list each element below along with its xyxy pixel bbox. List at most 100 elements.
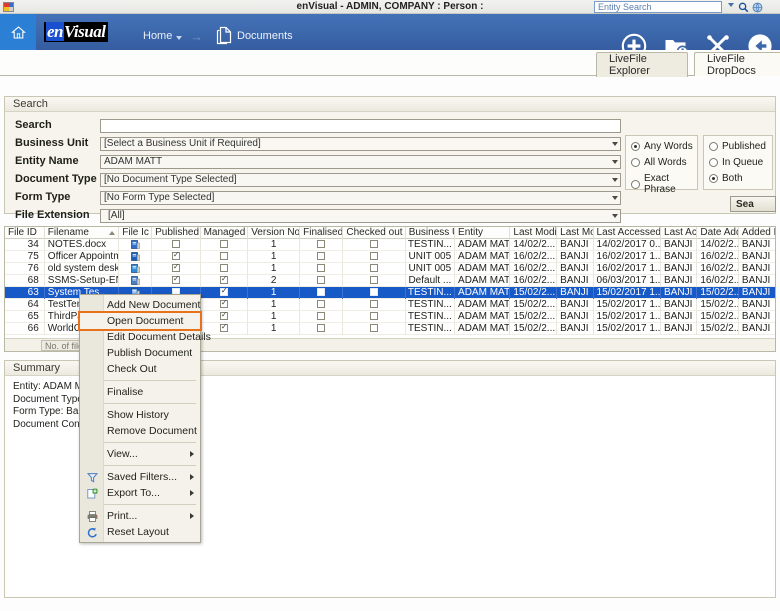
chevron-down-icon[interactable] <box>612 196 618 200</box>
checkbox-finalised[interactable] <box>317 264 326 273</box>
checkbox-finalised[interactable] <box>317 312 326 321</box>
chevron-down-icon[interactable] <box>612 214 618 218</box>
radio-any-words[interactable]: Any Words <box>631 141 693 152</box>
tab-strip: LiveFile Explorer LiveFile DropDocs <box>0 50 780 77</box>
chevron-down-icon[interactable] <box>176 36 182 40</box>
context-menu-item-edit-document-details[interactable]: Edit Document Details <box>80 329 211 345</box>
context-menu-separator <box>104 442 196 443</box>
chevron-down-icon[interactable] <box>612 178 618 182</box>
radio-all-words[interactable]: All Words <box>631 157 687 168</box>
checkbox-managed[interactable] <box>219 323 228 333</box>
entity-search-input[interactable]: Entity Search <box>594 1 722 13</box>
radio-published[interactable]: Published <box>709 141 766 152</box>
checkbox-managed[interactable] <box>219 240 228 249</box>
checkbox-managed[interactable] <box>219 287 228 297</box>
context-menu-item-add-new-document[interactable]: Add New Document <box>80 297 200 313</box>
checkbox-finalised[interactable] <box>317 300 326 309</box>
form-type-select[interactable]: [No Form Type Selected] <box>100 191 621 205</box>
grid-column-header-entity[interactable]: Entity <box>455 227 511 239</box>
search-input[interactable] <box>100 119 621 133</box>
checkbox-managed[interactable] <box>219 275 228 285</box>
context-menu-item-view[interactable]: View... <box>80 446 200 462</box>
grid-column-header-last-access-by[interactable]: Last Access <box>661 227 698 239</box>
grid-column-header-file-id[interactable]: File ID <box>5 227 45 239</box>
checkbox-checked-out[interactable] <box>370 312 379 321</box>
nav-documents-link[interactable]: Documents <box>237 30 293 42</box>
checkbox-finalised[interactable] <box>317 324 326 333</box>
table-row[interactable]: 68SSMS-Setup-ENU.exe 2 Default ...ADAM MAT… <box>5 275 775 287</box>
context-menu-item-show-history[interactable]: Show History <box>80 407 200 423</box>
checkbox-managed[interactable] <box>219 252 228 261</box>
checkbox-checked-out[interactable] <box>370 240 379 249</box>
table-row[interactable]: 34 NOTES.docx 1 TESTIN... ADAM MATT 14/02/2..… <box>5 239 775 251</box>
file-extension-select[interactable]: [All] <box>100 209 621 223</box>
grid-column-header-date-added[interactable]: Date Adde <box>697 227 739 239</box>
checkbox-checked-out[interactable] <box>370 324 379 333</box>
grid-cell-file-icon <box>119 263 153 275</box>
checkbox-managed[interactable] <box>219 311 228 321</box>
context-menu-item-remove-document[interactable]: Remove Document <box>80 423 200 439</box>
entity-search-dropdown-icon[interactable] <box>728 3 734 7</box>
document-type-select[interactable]: [No Document Type Selected] <box>100 173 621 187</box>
checkbox-published[interactable] <box>171 275 180 285</box>
grid-column-header-checked-out[interactable]: Checked out <box>343 227 406 239</box>
grid-column-header-added-by[interactable]: Added By <box>739 227 775 239</box>
checkbox-published[interactable] <box>171 240 180 249</box>
checkbox-finalised[interactable] <box>317 240 326 249</box>
context-menu-item-open-document[interactable]: Open Document <box>78 311 202 331</box>
checkbox-checked-out[interactable] <box>370 276 379 285</box>
checkbox-published[interactable] <box>171 263 180 273</box>
search-button[interactable]: Sea <box>730 196 776 212</box>
tab-livefile-explorer[interactable]: LiveFile Explorer <box>596 52 688 77</box>
radio-in-queue[interactable]: In Queue <box>709 157 763 168</box>
context-menu-item-export-to[interactable]: Export To... <box>80 485 200 501</box>
checkbox-finalised[interactable] <box>317 276 326 285</box>
chevron-down-icon[interactable] <box>612 142 618 146</box>
context-menu-item-print[interactable]: Print... <box>80 508 200 524</box>
grid-cell-published <box>152 251 201 263</box>
business-unit-select[interactable]: [Select a Business Unit if Required] <box>100 137 621 151</box>
chevron-down-icon[interactable] <box>612 160 618 164</box>
context-menu-item-publish-document[interactable]: Publish Document <box>80 345 200 361</box>
refresh-globe-icon[interactable] <box>751 1 764 13</box>
checkbox-checked-out[interactable] <box>370 288 379 297</box>
checkbox-published[interactable] <box>171 251 180 261</box>
grid-column-header-last-mod-by[interactable]: Last Modifi <box>557 227 594 239</box>
checkbox-finalised[interactable] <box>317 288 326 297</box>
context-menu-item-reset-layout[interactable]: Reset Layout <box>80 524 200 540</box>
home-button[interactable] <box>0 14 36 50</box>
checkbox-checked-out[interactable] <box>370 264 379 273</box>
context-menu-item-finalise[interactable]: Finalise <box>80 384 200 400</box>
checkbox-checked-out[interactable] <box>370 252 379 261</box>
grid-column-header-finalised[interactable]: Finalised <box>300 227 344 239</box>
checkbox-finalised[interactable] <box>317 252 326 261</box>
grid-column-header-last-accessed[interactable]: Last Accessed Da <box>594 227 662 239</box>
entity-name-select[interactable]: ADAM MATT <box>100 155 621 169</box>
document-context-menu[interactable]: Add New Document Open Document Edit Docume… <box>78 294 211 543</box>
grid-column-header-file-icon[interactable]: File Ic <box>119 227 153 239</box>
context-menu-item-label: Reset Layout <box>107 526 169 538</box>
tab-livefile-dropdocs[interactable]: LiveFile DropDocs <box>694 52 780 77</box>
nav-home-link[interactable]: Home <box>143 30 172 42</box>
table-row[interactable]: 75Officer Appointmen... 1 UNIT 005ADAM MAT… <box>5 251 775 263</box>
grid-column-header-last-mod-date[interactable]: Last Modifi <box>510 227 558 239</box>
radio-both[interactable]: Both <box>709 173 743 184</box>
grid-column-header-published[interactable]: Published <box>152 227 201 239</box>
search-icon[interactable] <box>737 1 750 13</box>
grid-cell-filename: old system desktop... <box>45 263 120 275</box>
grid-column-header-business-unit[interactable]: Business Ur <box>406 227 456 239</box>
grid-cell-last-mod-date: 15/02/2... <box>510 299 558 311</box>
context-menu-item-check-out[interactable]: Check Out <box>80 361 200 377</box>
radio-exact-phrase[interactable]: Exact Phrase <box>631 173 697 195</box>
grid-column-header-filename[interactable]: Filename <box>45 227 120 239</box>
grid-column-header-label: Version No. <box>251 227 301 238</box>
checkbox-managed[interactable] <box>219 299 228 309</box>
context-menu-item-saved-filters[interactable]: Saved Filters... <box>80 469 200 485</box>
checkbox-checked-out[interactable] <box>370 300 379 309</box>
table-row[interactable]: 76old system desktop... 1 UNIT 005ADAM MAT… <box>5 263 775 275</box>
grid-cell-managed <box>201 311 249 323</box>
grid-column-header-version-no[interactable]: Version No. <box>248 227 301 239</box>
grid-column-header-managed[interactable]: Managed <box>201 227 249 239</box>
grid-cell-checked-out <box>343 299 406 311</box>
checkbox-managed[interactable] <box>219 264 228 273</box>
